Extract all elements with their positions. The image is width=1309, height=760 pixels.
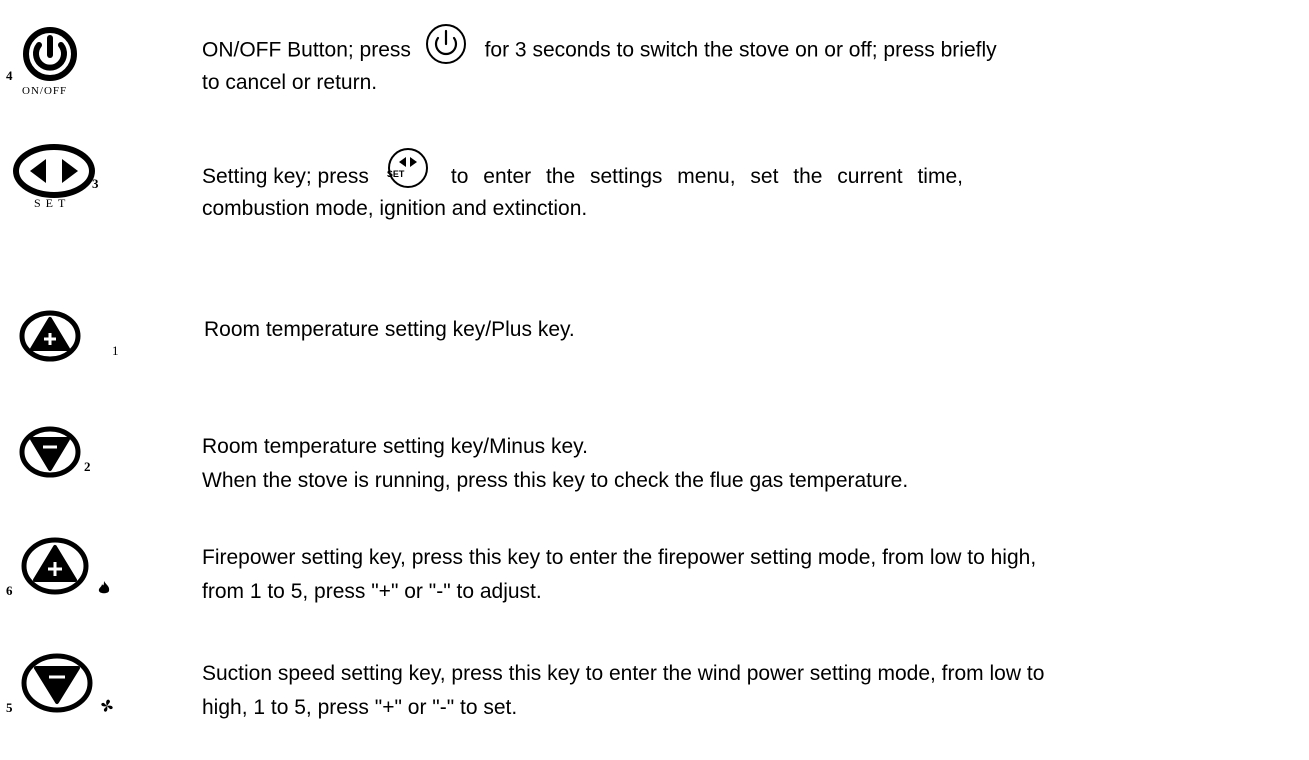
set-description: Setting key; press SET to enter the sett… [202,148,1274,226]
suction-button[interactable] [20,652,94,714]
minus-button[interactable] [18,425,82,479]
set-button[interactable] [12,143,98,199]
plus-description: Room temperature setting key/Plus key. [204,318,575,341]
power-inline-icon [425,23,467,65]
flame-icon [98,581,110,594]
power-icon [23,27,77,81]
plus-button[interactable] [18,309,82,363]
set-inline-icon: SET [387,147,429,189]
plus-icon [21,537,89,595]
set-caption: SET [34,196,71,210]
key-number: 4 [6,68,13,83]
arrows-set-icon [13,144,95,198]
firepower-description: Firepower setting key, press this key to… [202,546,1037,603]
key-number: 2 [84,459,91,474]
minus-description: Room temperature setting key/Minus key. … [202,435,909,492]
minus-icon [21,653,93,713]
fan-icon [101,699,113,712]
plus-icon [19,310,81,362]
key-number: 1 [112,343,119,358]
firepower-button[interactable] [20,536,90,596]
on-off-caption: ON/OFF [22,85,68,97]
key-number: 3 [92,176,99,191]
on-off-description: ON/OFF Button; press for 3 seconds to sw… [202,24,1292,100]
key-number: 6 [6,583,13,598]
minus-icon [19,426,81,478]
suction-description: Suction speed setting key, press this ke… [202,662,1045,719]
on-off-button[interactable] [22,26,78,82]
key-number: 5 [6,700,13,715]
